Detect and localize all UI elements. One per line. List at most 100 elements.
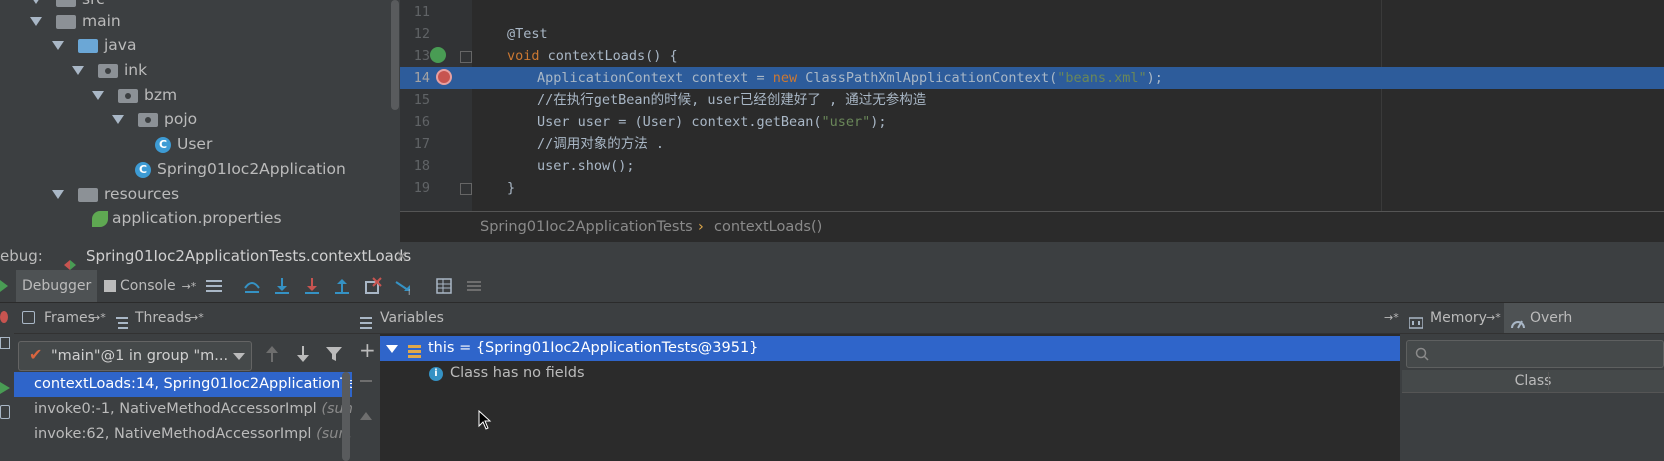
- keyword-void: void: [507, 48, 540, 64]
- variable-row-info[interactable]: i Class has no fields: [380, 361, 1400, 386]
- memory-search-input[interactable]: [1406, 340, 1664, 368]
- threads-title[interactable]: Threads: [135, 303, 191, 333]
- filter-icon[interactable]: [326, 346, 342, 366]
- force-step-into-icon[interactable]: [302, 276, 322, 296]
- pin-icon[interactable]: →*: [189, 303, 204, 333]
- settings-icon[interactable]: [0, 405, 10, 419]
- run-to-cursor-icon[interactable]: I: [394, 276, 414, 297]
- tree-item-ink[interactable]: ink: [72, 58, 147, 82]
- memory-title[interactable]: Memory: [1430, 303, 1487, 333]
- code-editor[interactable]: 11 12 @Test 13 void contextLoads() { 14 …: [400, 0, 1664, 212]
- code-line-17[interactable]: 17 //调用对象的方法 .: [400, 133, 1664, 155]
- code-type: ApplicationContext: [537, 70, 684, 86]
- frame-row[interactable]: invoke0:-1, NativeMethodAccessorImpl (su…: [14, 397, 352, 422]
- code-line-15[interactable]: 15 //在执行getBean的时候, user已经创建好了 , 通过无参构造: [400, 89, 1664, 111]
- step-over-icon[interactable]: [242, 276, 262, 296]
- variables-header: Variables: [352, 303, 1400, 334]
- folder-icon: [56, 14, 76, 29]
- pin-icon[interactable]: →*: [182, 280, 197, 293]
- code-comment: //在执行getBean的时候, user已经创建好了 , 通过无参构造: [537, 92, 927, 108]
- code-line-19[interactable]: 19 }: [400, 177, 1664, 199]
- resume-icon[interactable]: [0, 380, 10, 398]
- expand-arrow-icon[interactable]: [52, 190, 64, 199]
- expand-arrow-icon[interactable]: [92, 91, 104, 100]
- code-type: User: [537, 114, 570, 130]
- tab-debugger[interactable]: Debugger: [16, 270, 98, 302]
- tree-item-label: Spring01Ioc2Application: [157, 160, 346, 178]
- memory-column-header-class[interactable]: Class: [1402, 370, 1664, 393]
- pin-icon[interactable]: →*: [91, 303, 106, 333]
- tree-item-spring01ioc2application[interactable]: C Spring01Ioc2Application: [135, 157, 346, 181]
- frames-title[interactable]: Frames: [44, 303, 95, 333]
- tab-console-label: Console: [120, 278, 176, 294]
- pin-icon[interactable]: →*: [1384, 303, 1399, 333]
- tree-item-user[interactable]: C User: [155, 132, 212, 156]
- tree-item-application-properties[interactable]: application.properties: [92, 206, 282, 230]
- fold-marker-icon[interactable]: [460, 183, 472, 195]
- memory-icon: [1408, 311, 1424, 341]
- step-into-icon[interactable]: [272, 276, 292, 296]
- run-config-icon: [64, 251, 76, 270]
- column-divider: [1548, 372, 1549, 390]
- line-number: 16: [413, 114, 430, 130]
- previous-frame-icon[interactable]: [265, 345, 279, 367]
- breakpoint-icon[interactable]: [436, 69, 452, 85]
- evaluate-expression-icon[interactable]: [434, 276, 454, 296]
- fold-marker-icon[interactable]: [460, 51, 472, 63]
- frames-scrollbar[interactable]: [342, 372, 350, 461]
- variable-text: this = {Spring01Ioc2ApplicationTests@395…: [428, 340, 759, 356]
- code-line-11[interactable]: 11: [400, 1, 1664, 23]
- close-tab-icon[interactable]: ×: [395, 242, 408, 270]
- tree-item-resources[interactable]: resources: [52, 182, 179, 206]
- variable-text: Class has no fields: [450, 365, 585, 381]
- pin-icon[interactable]: →*: [1486, 303, 1501, 333]
- frame-text: contextLoads:14, Spring01Ioc2Application…: [34, 376, 352, 392]
- expand-arrow-icon[interactable]: [112, 115, 124, 124]
- trace-current-stream-icon[interactable]: [464, 276, 484, 296]
- frame-text: invoke:62, NativeMethodAccessorImpl: [34, 426, 317, 442]
- breakpoints-icon[interactable]: [0, 311, 8, 323]
- frame-row[interactable]: contextLoads:14, Spring01Ioc2Application…: [14, 372, 352, 397]
- breadcrumb-method[interactable]: contextLoads(): [714, 212, 822, 242]
- next-frame-icon[interactable]: [296, 345, 310, 367]
- run-test-icon[interactable]: [430, 47, 446, 63]
- rerun-icon[interactable]: [0, 276, 8, 296]
- breadcrumb-class[interactable]: Spring01Ioc2ApplicationTests: [480, 212, 693, 242]
- tab-overhead[interactable]: Overh: [1504, 303, 1664, 333]
- breadcrumb: Spring01Ioc2ApplicationTests › contextLo…: [400, 212, 1664, 242]
- remove-watch-icon[interactable]: [360, 380, 372, 382]
- frame-text: invoke0:-1, NativeMethodAccessorImpl: [34, 401, 322, 417]
- show-execution-point-icon[interactable]: [204, 276, 224, 296]
- expand-arrow-icon[interactable]: [72, 66, 84, 75]
- expand-arrow-icon[interactable]: [386, 345, 398, 353]
- tree-item-main[interactable]: main: [30, 9, 121, 33]
- line-number: 19: [413, 180, 430, 196]
- drop-frame-icon[interactable]: [363, 276, 383, 296]
- tree-scrollbar[interactable]: [391, 0, 399, 110]
- variable-row-this[interactable]: this = {Spring01Ioc2ApplicationTests@395…: [380, 336, 1400, 361]
- code-line-12[interactable]: 12 @Test: [400, 23, 1664, 45]
- code-text: context =: [683, 70, 773, 86]
- step-out-icon[interactable]: [332, 276, 352, 296]
- tree-item-label: src: [82, 0, 105, 8]
- frame-row[interactable]: invoke:62, NativeMethodAccessorImpl (sun…: [14, 422, 352, 447]
- expand-arrow-icon[interactable]: [30, 17, 42, 26]
- line-number: 12: [413, 26, 430, 42]
- debug-session-tab[interactable]: Spring01Ioc2ApplicationTests.contextLoad…: [86, 242, 411, 270]
- spring-properties-icon: [92, 210, 108, 227]
- tree-item-java[interactable]: java: [52, 33, 136, 57]
- expand-arrow-icon[interactable]: [30, 0, 42, 4]
- code-line-16[interactable]: 16 User user = (User) context.getBean("u…: [400, 111, 1664, 133]
- code-line-13[interactable]: 13 void contextLoads() {: [400, 45, 1664, 67]
- move-up-icon[interactable]: [360, 406, 372, 424]
- tree-item-bzm[interactable]: bzm: [92, 83, 177, 107]
- code-line-18[interactable]: 18 user.show();: [400, 155, 1664, 177]
- thread-selector[interactable]: ✔ "main"@1 in group "m...: [18, 341, 252, 371]
- code-line-14-current[interactable]: 14 ApplicationContext context = new Clas…: [400, 67, 1664, 89]
- tree-item-pojo[interactable]: pojo: [112, 107, 197, 131]
- mute-breakpoints-icon[interactable]: [0, 337, 10, 349]
- add-watch-icon[interactable]: +: [359, 340, 376, 360]
- expand-arrow-icon[interactable]: [52, 41, 64, 50]
- tab-console[interactable]: Console →*: [98, 270, 202, 302]
- tree-item-label: java: [104, 36, 137, 54]
